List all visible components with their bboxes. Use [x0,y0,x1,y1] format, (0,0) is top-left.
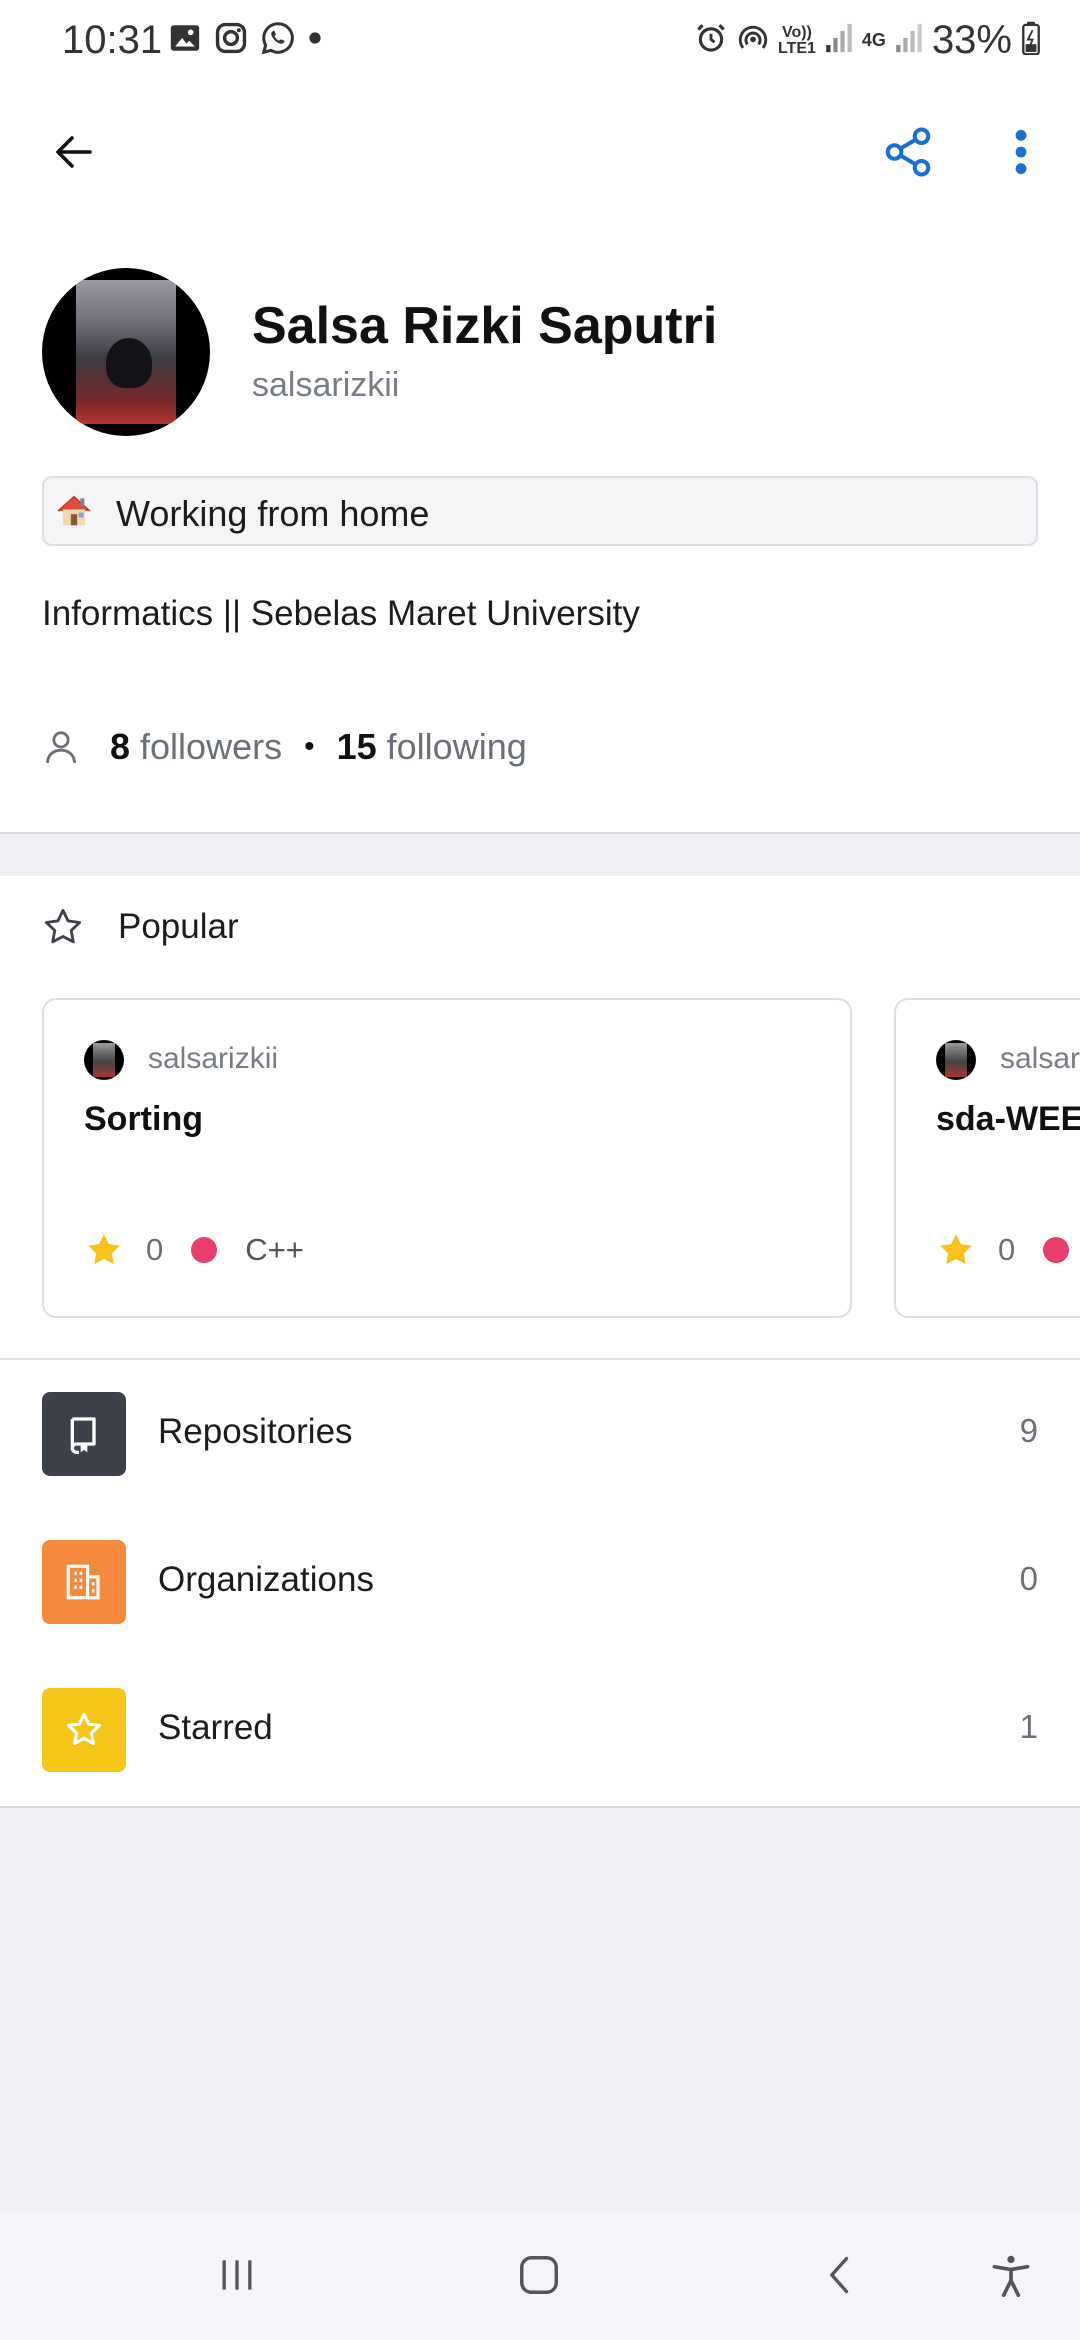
followers-link[interactable]: 8 followers [110,726,282,768]
battery-icon [1020,21,1042,60]
repo-meta: 0 [936,1230,1080,1270]
menu-item-repositories[interactable]: Repositories 9 [0,1360,1080,1508]
followers-label: followers [140,726,283,767]
menu-label: Organizations [158,1560,374,1599]
home-button[interactable] [494,2242,584,2312]
more-vertical-icon [1011,127,1031,182]
repo-name: sda-WEEK [936,1100,1080,1138]
owner-avatar [936,1040,976,1080]
share-button[interactable] [872,118,944,190]
system-back-button[interactable] [796,2242,886,2312]
notification-icons [168,20,322,61]
accessibility-icon [989,2251,1033,2304]
repo-owner: salsarizkii [1000,1042,1080,1075]
back-icon [819,2253,863,2302]
status-bar: 10:31 Vo)) LTE1 4G 33% [0,0,1080,80]
divider [0,832,1080,834]
following-link[interactable]: 15 following [337,726,527,768]
profile-menu: Repositories 9 Organizations 0 Starred 1 [0,1360,1080,1806]
star-icon [84,1230,124,1270]
more-options-button[interactable] [985,118,1057,190]
system-nav-bar [0,2212,1080,2340]
back-button[interactable] [38,118,110,190]
user-status[interactable]: Working from home [42,476,1038,546]
star-icon [42,1688,126,1772]
menu-label: Starred [158,1708,273,1747]
alarm-icon [694,21,728,60]
dot-icon [308,31,322,50]
app-bar [0,100,1080,200]
recents-icon [215,2253,259,2302]
following-count: 15 [336,726,377,767]
repo-stars: 0 [146,1232,164,1267]
arrow-left-icon [50,128,98,181]
battery-percent: 33% [931,18,1012,62]
status-text: Working from home [116,493,430,534]
whatsapp-icon [260,20,296,61]
menu-count: 9 [1019,1412,1038,1449]
following-label: following [386,726,527,767]
menu-label: Repositories [158,1412,353,1451]
volte-icon: Vo)) LTE1 [777,23,816,57]
star-icon [936,1230,976,1270]
house-icon [54,492,94,530]
recents-button[interactable] [192,2242,282,2312]
followers-count: 8 [110,726,131,767]
popular-repo-card[interactable]: salsarizkii sda-WEEK 0 [894,998,1080,1318]
profile-login: salsarizkii [252,366,400,404]
follow-stats: 8 followers • 15 following [42,722,527,772]
divider [0,1806,1080,1808]
repo-stars: 0 [998,1232,1016,1267]
popular-repo-card[interactable]: salsarizkii Sorting 0 C++ [42,998,852,1318]
system-status-icons: Vo)) LTE1 4G 33% [694,18,1042,63]
avatar[interactable] [42,268,210,436]
separator-dot: • [304,730,315,763]
4g-icon: 4G [861,30,886,50]
repo-name: Sorting [84,1100,203,1138]
repo-meta: 0 C++ [84,1230,304,1270]
language-color-dot [1043,1237,1070,1263]
menu-count: 1 [1019,1708,1038,1745]
repo-language: C++ [245,1232,304,1267]
status-time: 10:31 [62,18,163,62]
repo-owner: salsarizkii [148,1042,279,1075]
share-icon [881,125,935,184]
menu-item-organizations[interactable]: Organizations 0 [0,1508,1080,1656]
popular-header: Popular [42,906,239,948]
instagram-icon [214,21,248,60]
owner-avatar [84,1040,124,1080]
person-icon [42,727,80,767]
signal-icon [894,21,924,60]
organization-icon [42,1540,126,1624]
home-icon [516,2252,562,2303]
popular-title: Popular [118,907,239,946]
gallery-icon [168,21,202,60]
language-color-dot [191,1237,218,1263]
popular-section: Popular salsarizkii Sorting 0 C++ salsar… [0,876,1080,1360]
star-outline-icon [42,906,84,948]
repo-icon [42,1392,126,1476]
menu-item-starred[interactable]: Starred 1 [0,1656,1080,1804]
signal-icon [824,21,854,60]
menu-count: 0 [1019,1560,1038,1597]
profile-bio: Informatics || Sebelas Maret University [42,594,640,633]
accessibility-button[interactable] [966,2242,1056,2312]
hotspot-icon [736,21,770,60]
profile-name: Salsa Rizki Saputri [252,297,718,355]
